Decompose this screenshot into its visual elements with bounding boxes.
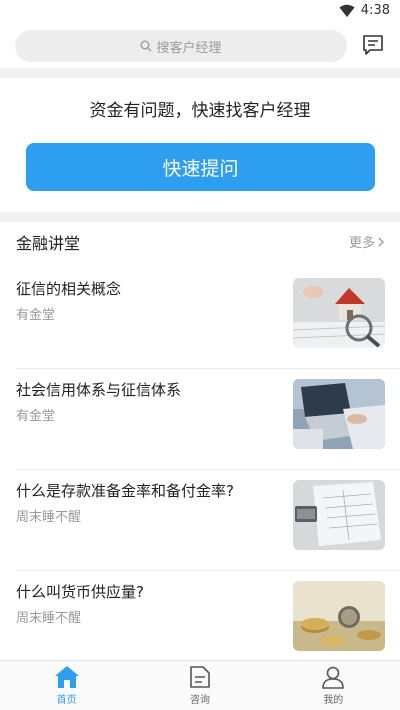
lecture-section-header: 金融讲堂 更多 [0, 222, 400, 260]
bottom-tab-bar: 首页 咨询 我的 [0, 660, 400, 710]
status-time: 4:38 [360, 3, 390, 18]
more-label: 更多 [348, 236, 375, 251]
article-title: 什么是存款准备金率和备付金率? [16, 482, 234, 500]
tab-label: 首页 [56, 695, 77, 706]
tab-mine[interactable]: 我的 [267, 661, 400, 710]
article-item[interactable]: 征信的相关概念 有金堂 [0, 268, 400, 369]
article-title: 社会信用体系与征信体系 [16, 381, 182, 399]
ask-panel: 资金有问题，快速找客户经理 快速提问 [0, 78, 400, 212]
article-source: 有金堂 [16, 409, 56, 424]
article-title: 什么叫货币供应量? [16, 583, 144, 601]
paper-documents-thumbnail [293, 480, 385, 550]
article-item[interactable]: 什么叫货币供应量? 周末睡不醒 [0, 571, 400, 672]
section-divider [0, 68, 400, 78]
message-icon[interactable] [362, 34, 384, 56]
person-icon [322, 666, 345, 689]
tab-home[interactable]: 首页 [0, 661, 133, 710]
house-model-thumbnail [293, 278, 385, 348]
home-icon [54, 666, 79, 688]
article-item[interactable]: 什么是存款准备金率和备付金率? 周末睡不醒 [0, 470, 400, 571]
status-bar: 4:38 [0, 0, 400, 24]
more-link[interactable]: 更多 [349, 232, 384, 251]
article-source: 周末睡不醒 [16, 611, 82, 626]
quick-ask-button[interactable]: 快速提问 [26, 143, 375, 191]
article-source: 有金堂 [16, 308, 56, 323]
tab-label: 我的 [323, 695, 344, 706]
chevron-right-icon [378, 237, 384, 246]
search-input[interactable]: 搜客户经理 [15, 30, 347, 62]
section-title: 金融讲堂 [16, 234, 81, 253]
ask-prompt: 资金有问题，快速找客户经理 [89, 101, 311, 121]
article-item[interactable]: 社会信用体系与征信体系 有金堂 [0, 369, 400, 470]
document-icon [190, 666, 210, 688]
article-source: 周末睡不醒 [16, 510, 82, 525]
tab-label: 咨询 [189, 695, 210, 706]
tab-consult[interactable]: 咨询 [133, 661, 266, 710]
wifi-icon [339, 4, 355, 17]
search-icon [140, 40, 152, 52]
section-divider [0, 212, 400, 222]
coins-thumbnail [293, 581, 385, 651]
search-placeholder: 搜客户经理 [156, 40, 222, 56]
article-title: 征信的相关概念 [16, 280, 122, 298]
laptop-desk-thumbnail [293, 379, 385, 449]
search-row: 搜客户经理 [0, 28, 400, 68]
status-icons: 4:38 [339, 3, 390, 18]
